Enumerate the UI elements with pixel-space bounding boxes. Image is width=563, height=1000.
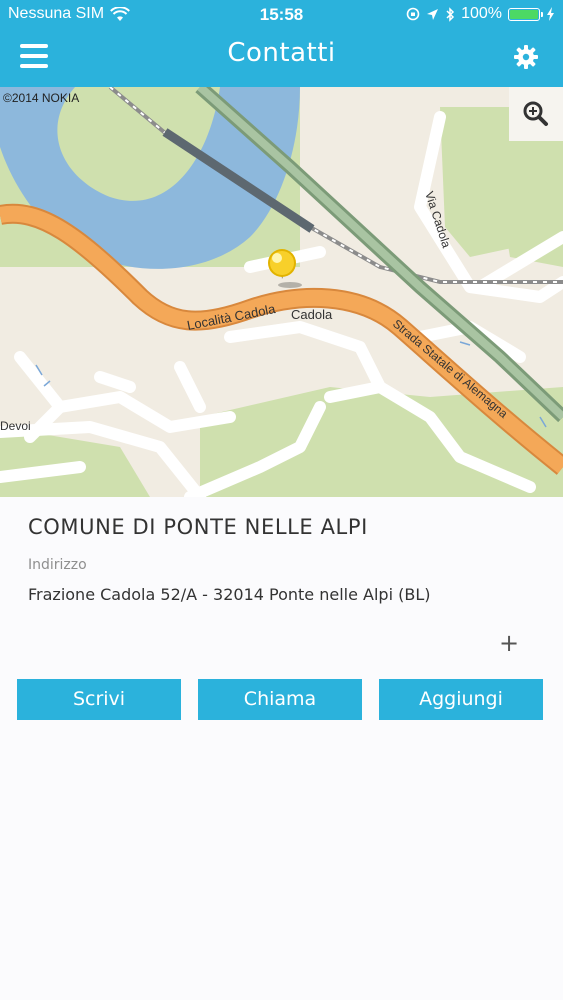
battery-level-fill (510, 9, 538, 19)
navigation-bar: Contatti (0, 30, 563, 87)
status-bar: Nessuna SIM 15:58 100% (0, 0, 563, 30)
map-label-town: Cadola (291, 307, 333, 322)
app-header: Nessuna SIM 15:58 100% Contatti (0, 0, 563, 87)
map-view[interactable]: Località Cadola Cadola Strada Statale di… (0, 87, 563, 497)
status-right: 100% (406, 5, 555, 23)
settings-button[interactable] (513, 44, 539, 70)
battery-percent: 100% (461, 5, 502, 22)
write-button[interactable]: Scrivi (17, 679, 181, 720)
orientation-lock-icon (406, 7, 420, 21)
charging-bolt-icon (547, 7, 554, 21)
gear-icon (514, 45, 538, 69)
bluetooth-icon (446, 6, 455, 22)
map-copyright: ©2014 NOKIA (3, 91, 80, 105)
magnifier-zoom-icon (523, 101, 548, 126)
address-label: Indirizzo (28, 557, 87, 573)
add-contact-button[interactable]: Aggiungi (379, 679, 543, 720)
location-arrow-icon (427, 8, 439, 20)
map-canvas[interactable]: Località Cadola Cadola Strada Statale di… (0, 87, 563, 497)
expand-plus-button[interactable]: + (498, 631, 520, 655)
action-buttons: Scrivi Chiama Aggiungi (17, 679, 544, 720)
battery-icon (508, 7, 543, 21)
contact-info: COMUNE DI PONTE NELLE ALPI Indirizzo Fra… (28, 515, 538, 604)
call-button[interactable]: Chiama (198, 679, 362, 720)
page-title: Contatti (227, 38, 336, 68)
map-zoom-button[interactable] (509, 87, 563, 141)
map-label-left: Devoi (0, 419, 31, 433)
contact-name: COMUNE DI PONTE NELLE ALPI (28, 515, 368, 539)
address-value: Frazione Cadola 52/A - 32014 Ponte nelle… (28, 585, 431, 604)
